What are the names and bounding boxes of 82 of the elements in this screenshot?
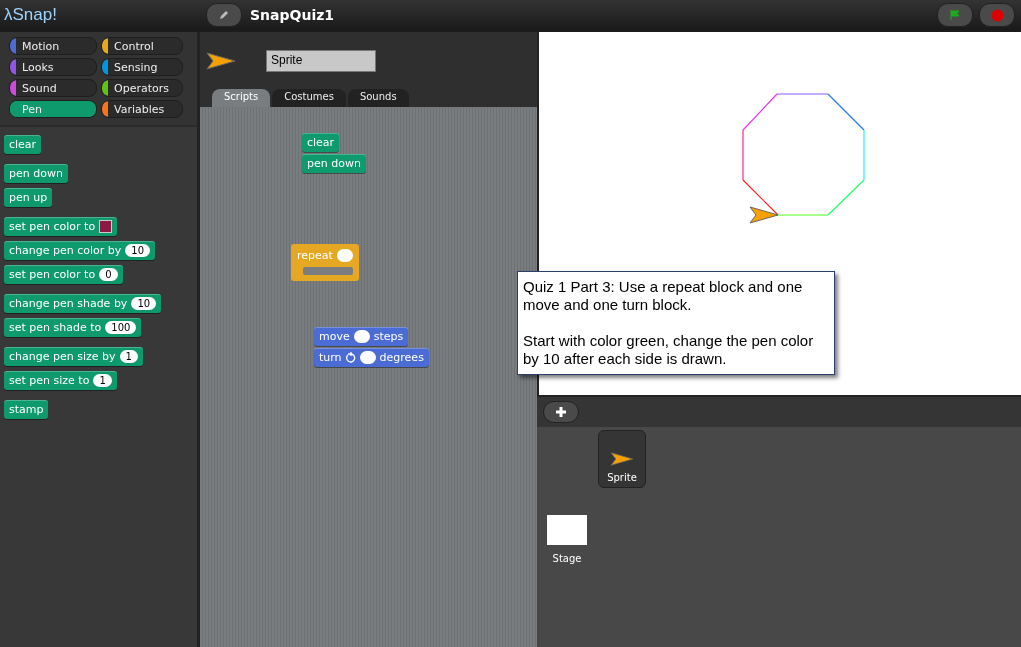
run-button[interactable] [937,3,973,27]
category-button[interactable]: Control [101,37,183,55]
block-label: change pen color by [9,244,122,257]
input-slot[interactable] [336,249,353,262]
stop-icon [990,8,1004,22]
block-label: set pen color to [9,268,96,281]
code-block[interactable]: set pen size to 1 [4,371,117,390]
block-label: clear [307,136,335,149]
add-sprite-button[interactable] [543,401,579,423]
block-label: change pen size by [9,350,116,363]
code-block[interactable]: set pen color to 0 [4,265,123,284]
code-block[interactable]: change pen color by 10 [4,241,155,260]
input-slot[interactable] [353,330,370,343]
block-label: degrees [379,351,424,364]
category-button[interactable]: Sensing [101,58,183,76]
code-block[interactable]: clear [4,135,42,154]
arrow-sprite-icon [609,452,635,466]
category-label: Variables [114,102,165,116]
block-label: turn [319,351,342,364]
stage-thumbnail[interactable] [547,515,587,545]
arrow-sprite-icon [748,206,780,224]
category-label: Pen [22,102,42,116]
flag-icon [950,10,960,20]
block-label: set pen shade to [9,321,102,334]
number-slot[interactable]: 100 [105,321,137,334]
category-button[interactable]: Sound [9,79,97,97]
pencil-icon [218,9,230,21]
app-logo[interactable]: λSnap! [0,5,200,25]
number-slot[interactable]: 10 [131,297,157,310]
category-button[interactable]: Variables [101,100,183,118]
code-block[interactable]: turn degrees [314,348,429,367]
number-slot[interactable]: 10 [125,244,150,257]
sprite-tile[interactable]: Sprite [598,430,646,488]
block-label: pen down [307,157,361,170]
tab[interactable]: Scripts [212,89,271,107]
category-label: Sound [22,81,57,95]
code-block[interactable]: move steps [314,327,409,346]
block-label: move [319,330,350,343]
category-button[interactable]: Operators [101,79,183,97]
code-block[interactable]: pen down [302,154,366,173]
sprite-name-field[interactable]: Sprite [266,49,376,72]
code-block[interactable]: set pen color to [4,217,118,236]
tab[interactable]: Costumes [272,89,346,107]
category-label: Control [114,39,154,53]
stage-label: Stage [552,553,582,564]
category-label: Sensing [114,60,158,74]
category-button[interactable]: Motion [9,37,97,55]
code-block[interactable]: pen up [4,188,53,207]
number-slot[interactable]: 1 [93,374,112,387]
code-block[interactable]: change pen shade by 10 [4,294,162,313]
block-label: pen down [9,167,63,180]
note-text: Start with color green, change the pen color by 10 after each side is drawn. [523,332,815,368]
arrow-sprite-icon [206,51,236,70]
category-label: Looks [22,60,54,74]
sprite-label: Sprite [607,472,637,483]
plus-icon [556,407,566,417]
block-label: steps [373,330,404,343]
code-block[interactable]: clear [302,133,340,152]
block-label: clear [9,138,37,151]
block-label: repeat [297,249,333,262]
category-label: Operators [114,81,169,95]
project-title: SnapQuiz1 [250,7,336,23]
tab[interactable]: Sounds [347,89,409,107]
code-block[interactable]: change pen size by 1 [4,347,143,366]
block-label: pen up [9,191,48,204]
edit-button[interactable] [206,3,242,27]
block-label: change pen shade by [9,297,128,310]
block-label: set pen color to [9,220,96,233]
note-text: Quiz 1 Part 3: Use a repeat block and one move and one turn block. [523,278,804,314]
block-label: stamp [9,403,44,416]
rotate-left-icon [345,352,356,363]
number-slot[interactable]: 1 [119,350,138,363]
number-slot[interactable]: 0 [99,268,118,281]
category-button[interactable]: Looks [9,58,97,76]
input-slot[interactable] [359,351,376,364]
code-block[interactable]: pen down [4,164,68,183]
code-block[interactable]: set pen shade to 100 [4,318,142,337]
color-swatch[interactable] [99,220,113,233]
category-label: Motion [22,39,60,53]
code-block[interactable]: stamp [4,400,49,419]
block-label: set pen size to [9,374,90,387]
stop-button[interactable] [979,3,1015,27]
